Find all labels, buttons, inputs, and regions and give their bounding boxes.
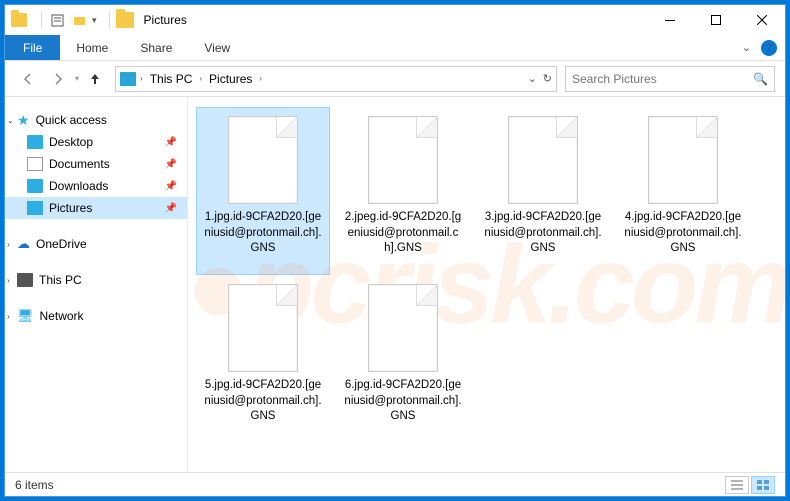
breadcrumb-chevron-icon[interactable]: › xyxy=(199,74,202,83)
address-bar[interactable]: › This PC › Pictures › ⌄ ↻ xyxy=(115,66,557,92)
back-button[interactable] xyxy=(15,66,41,92)
ribbon-expand-icon[interactable]: ⌄ xyxy=(742,41,751,54)
ribbon: File Home Share View ⌄ ? xyxy=(5,35,785,61)
folder-icon xyxy=(27,157,43,171)
sidebar-item-pictures[interactable]: Pictures 📌 xyxy=(5,197,187,219)
minimize-button[interactable] xyxy=(647,5,693,35)
breadcrumb-root-chevron-icon[interactable]: › xyxy=(140,74,143,83)
caret-icon: › xyxy=(7,240,10,249)
sidebar-onedrive[interactable]: › ☁ OneDrive xyxy=(5,233,187,255)
sidebar-quickaccess[interactable]: ⌄ ★ Quick access xyxy=(5,109,187,131)
sidebar-label: OneDrive xyxy=(36,237,87,251)
file-item[interactable]: 6.jpg.id-9CFA2D20.[geniusid@protonmail.c… xyxy=(336,275,470,443)
main-area: ⌄ ★ Quick access Desktop📌Documents📌Downl… xyxy=(5,97,785,472)
cloud-icon: ☁ xyxy=(17,236,30,252)
help-icon[interactable]: ? xyxy=(761,40,777,56)
breadcrumb-chevron-icon[interactable]: › xyxy=(259,74,262,83)
file-tab[interactable]: File xyxy=(5,35,60,60)
file-name: 4.jpg.id-9CFA2D20.[geniusid@protonmail.c… xyxy=(621,210,745,257)
qat-separator xyxy=(41,11,42,29)
file-name: 6.jpg.id-9CFA2D20.[geniusid@protonmail.c… xyxy=(341,378,465,425)
refresh-icon[interactable]: ↻ xyxy=(543,72,552,85)
sidebar-item-label: Downloads xyxy=(49,179,108,193)
sidebar-label: Network xyxy=(40,309,84,323)
pin-icon: 📌 xyxy=(165,159,177,170)
forward-button[interactable] xyxy=(45,66,71,92)
nav-row: ▾ › This PC › Pictures › ⌄ ↻ 🔍 xyxy=(5,61,785,97)
file-item[interactable]: 1.jpg.id-9CFA2D20.[geniusid@protonmail.c… xyxy=(196,107,330,275)
view-icons-button[interactable] xyxy=(751,476,775,494)
file-item[interactable]: 5.jpg.id-9CFA2D20.[geniusid@protonmail.c… xyxy=(196,275,330,443)
file-name: 5.jpg.id-9CFA2D20.[geniusid@protonmail.c… xyxy=(201,378,325,425)
sidebar-thispc[interactable]: › This PC xyxy=(5,269,187,291)
network-icon: 🖥 xyxy=(17,308,34,324)
sidebar-network[interactable]: › 🖥 Network xyxy=(5,305,187,327)
file-icon xyxy=(228,116,298,204)
file-item[interactable]: 3.jpg.id-9CFA2D20.[geniusid@protonmail.c… xyxy=(476,107,610,275)
folder-icon xyxy=(27,179,43,193)
file-item[interactable]: 2.jpeg.id-9CFA2D20.[geniusid@protonmail.… xyxy=(336,107,470,275)
sidebar-item-label: Desktop xyxy=(49,135,93,149)
breadcrumb-pictures[interactable]: Pictures xyxy=(206,70,255,88)
file-icon xyxy=(368,284,438,372)
sidebar-item-label: Pictures xyxy=(49,201,92,215)
file-view[interactable]: ●pcrisk.com 1.jpg.id-9CFA2D20.[geniusid@… xyxy=(188,97,785,472)
search-icon: 🔍 xyxy=(753,72,768,86)
pin-icon: 📌 xyxy=(165,203,177,214)
search-input[interactable] xyxy=(572,72,753,86)
search-box[interactable]: 🔍 xyxy=(565,66,775,92)
sidebar-item-downloads[interactable]: Downloads 📌 xyxy=(5,175,187,197)
caret-icon: ⌄ xyxy=(7,116,14,125)
sidebar: ⌄ ★ Quick access Desktop📌Documents📌Downl… xyxy=(5,97,188,472)
up-button[interactable] xyxy=(83,67,107,91)
caret-icon: › xyxy=(7,312,10,321)
address-icon xyxy=(120,72,136,86)
titlebar: ▾ Pictures xyxy=(5,5,785,35)
item-count: 6 items xyxy=(15,478,54,492)
sidebar-item-documents[interactable]: Documents 📌 xyxy=(5,153,187,175)
folder-icon xyxy=(27,135,43,149)
tab-share[interactable]: Share xyxy=(124,35,188,60)
sidebar-item-desktop[interactable]: Desktop 📌 xyxy=(5,131,187,153)
status-bar: 6 items xyxy=(5,472,785,496)
qat-dropdown-icon[interactable]: ▾ xyxy=(92,15,97,26)
star-icon: ★ xyxy=(17,113,30,127)
tab-view[interactable]: View xyxy=(188,35,246,60)
pin-icon: 📌 xyxy=(165,181,177,192)
file-icon xyxy=(648,116,718,204)
file-name: 1.jpg.id-9CFA2D20.[geniusid@protonmail.c… xyxy=(201,210,325,257)
sidebar-label: Quick access xyxy=(36,113,107,127)
address-dropdown-icon[interactable]: ⌄ xyxy=(528,72,537,85)
recent-locations-icon[interactable]: ▾ xyxy=(75,74,79,83)
file-icon xyxy=(508,116,578,204)
close-button[interactable] xyxy=(739,5,785,35)
folder-icon xyxy=(27,201,43,215)
maximize-button[interactable] xyxy=(693,5,739,35)
breadcrumb-thispc[interactable]: This PC xyxy=(147,70,196,88)
file-icon xyxy=(368,116,438,204)
file-icon xyxy=(228,284,298,372)
window-title: Pictures xyxy=(144,13,187,27)
tab-home[interactable]: Home xyxy=(60,35,124,60)
qat-separator-2 xyxy=(109,11,110,29)
file-name: 3.jpg.id-9CFA2D20.[geniusid@protonmail.c… xyxy=(481,210,605,257)
pc-icon xyxy=(17,273,33,287)
file-name: 2.jpeg.id-9CFA2D20.[geniusid@protonmail.… xyxy=(341,210,465,257)
caret-icon: › xyxy=(7,276,10,285)
view-details-button[interactable] xyxy=(725,476,749,494)
explorer-window: ▾ Pictures File Home Share View ⌄ ? ▾ xyxy=(4,4,786,497)
file-item[interactable]: 4.jpg.id-9CFA2D20.[geniusid@protonmail.c… xyxy=(616,107,750,275)
sidebar-item-label: Documents xyxy=(49,157,110,171)
pin-icon: 📌 xyxy=(165,137,177,148)
location-icon xyxy=(116,12,134,28)
qat-newfolder-icon[interactable] xyxy=(70,11,88,29)
app-icon xyxy=(11,13,27,27)
qat-properties-icon[interactable] xyxy=(48,11,66,29)
sidebar-label: This PC xyxy=(39,273,82,287)
